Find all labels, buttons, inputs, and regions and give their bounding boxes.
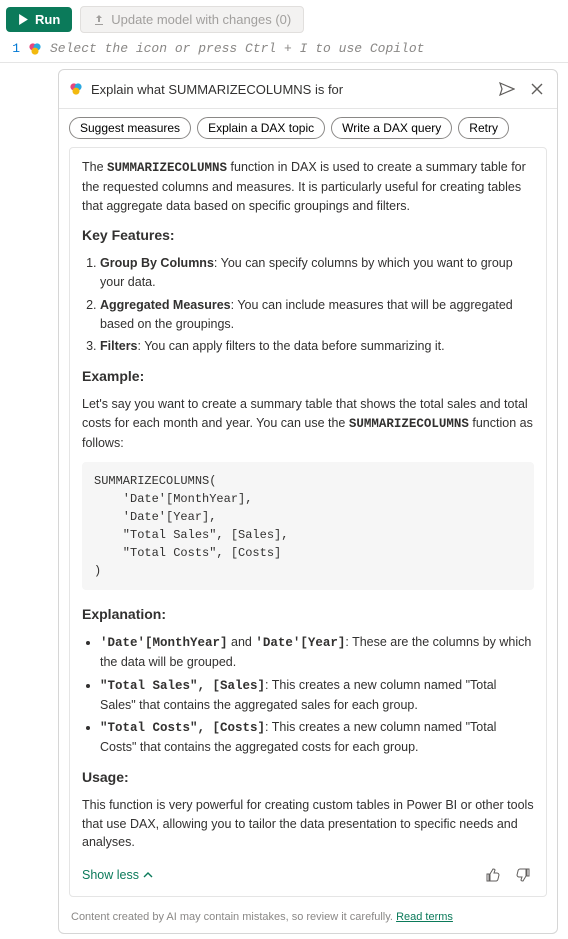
code-block: SUMMARIZECOLUMNS( 'Date'[MonthYear], 'Da… (82, 462, 534, 590)
editor-line[interactable]: 1 Select the icon or press Ctrl + I to u… (0, 37, 568, 63)
chevron-up-icon (143, 870, 153, 880)
editor-placeholder: Select the icon or press Ctrl + I to use… (50, 41, 424, 56)
list-item: "Total Costs", [Costs]: This creates a n… (100, 718, 534, 757)
chip-explain-dax[interactable]: Explain a DAX topic (197, 117, 325, 139)
send-button[interactable] (495, 78, 519, 100)
explanation-list: 'Date'[MonthYear] and 'Date'[Year]: Thes… (82, 633, 534, 757)
heading-key-features: Key Features: (82, 225, 534, 246)
feedback-controls (482, 864, 534, 886)
list-item: "Total Sales", [Sales]: This creates a n… (100, 676, 534, 715)
thumbs-up-button[interactable] (482, 864, 504, 886)
heading-explanation: Explanation: (82, 604, 534, 625)
thumbs-down-icon (516, 868, 530, 882)
copilot-icon (69, 82, 83, 96)
key-features-list: Group By Columns: You can specify column… (82, 254, 534, 356)
example-paragraph: Let's say you want to create a summary t… (82, 395, 534, 452)
copilot-icon[interactable] (28, 42, 42, 56)
close-button[interactable] (527, 79, 547, 99)
run-button[interactable]: Run (6, 7, 72, 32)
send-icon (499, 82, 515, 96)
upload-icon (93, 14, 105, 26)
panel-header: Explain what SUMMARIZECOLUMNS is for (59, 70, 557, 109)
thumbs-down-button[interactable] (512, 864, 534, 886)
play-icon (18, 14, 29, 25)
heading-usage: Usage: (82, 767, 534, 788)
list-item: Filters: You can apply filters to the da… (100, 337, 534, 356)
panel-title: Explain what SUMMARIZECOLUMNS is for (91, 82, 487, 97)
chip-write-dax[interactable]: Write a DAX query (331, 117, 452, 139)
chip-suggest-measures[interactable]: Suggest measures (69, 117, 191, 139)
disclaimer: Content created by AI may contain mistak… (59, 905, 557, 933)
close-icon (531, 83, 543, 95)
fn-name: SUMMARIZECOLUMNS (107, 161, 227, 175)
update-label: Update model with changes (0) (111, 12, 291, 27)
suggestion-chips: Suggest measures Explain a DAX topic Wri… (59, 109, 557, 147)
fn-name: SUMMARIZECOLUMNS (349, 417, 469, 431)
list-item: Aggregated Measures: You can include mea… (100, 296, 534, 334)
list-item: 'Date'[MonthYear] and 'Date'[Year]: Thes… (100, 633, 534, 672)
chip-retry[interactable]: Retry (458, 117, 509, 139)
usage-paragraph: This function is very powerful for creat… (82, 796, 534, 852)
list-item: Group By Columns: You can specify column… (100, 254, 534, 292)
read-terms-link[interactable]: Read terms (396, 911, 453, 923)
copilot-panel: Explain what SUMMARIZECOLUMNS is for Sug… (58, 69, 558, 934)
response-content: The SUMMARIZECOLUMNS function in DAX is … (69, 147, 547, 897)
line-number: 1 (6, 41, 20, 56)
heading-example: Example: (82, 366, 534, 387)
run-label: Run (35, 12, 60, 27)
intro-paragraph: The SUMMARIZECOLUMNS function in DAX is … (82, 158, 534, 215)
update-model-button: Update model with changes (0) (80, 6, 304, 33)
thumbs-up-icon (486, 868, 500, 882)
show-less-toggle[interactable]: Show less (82, 866, 153, 885)
toolbar: Run Update model with changes (0) (0, 0, 568, 37)
